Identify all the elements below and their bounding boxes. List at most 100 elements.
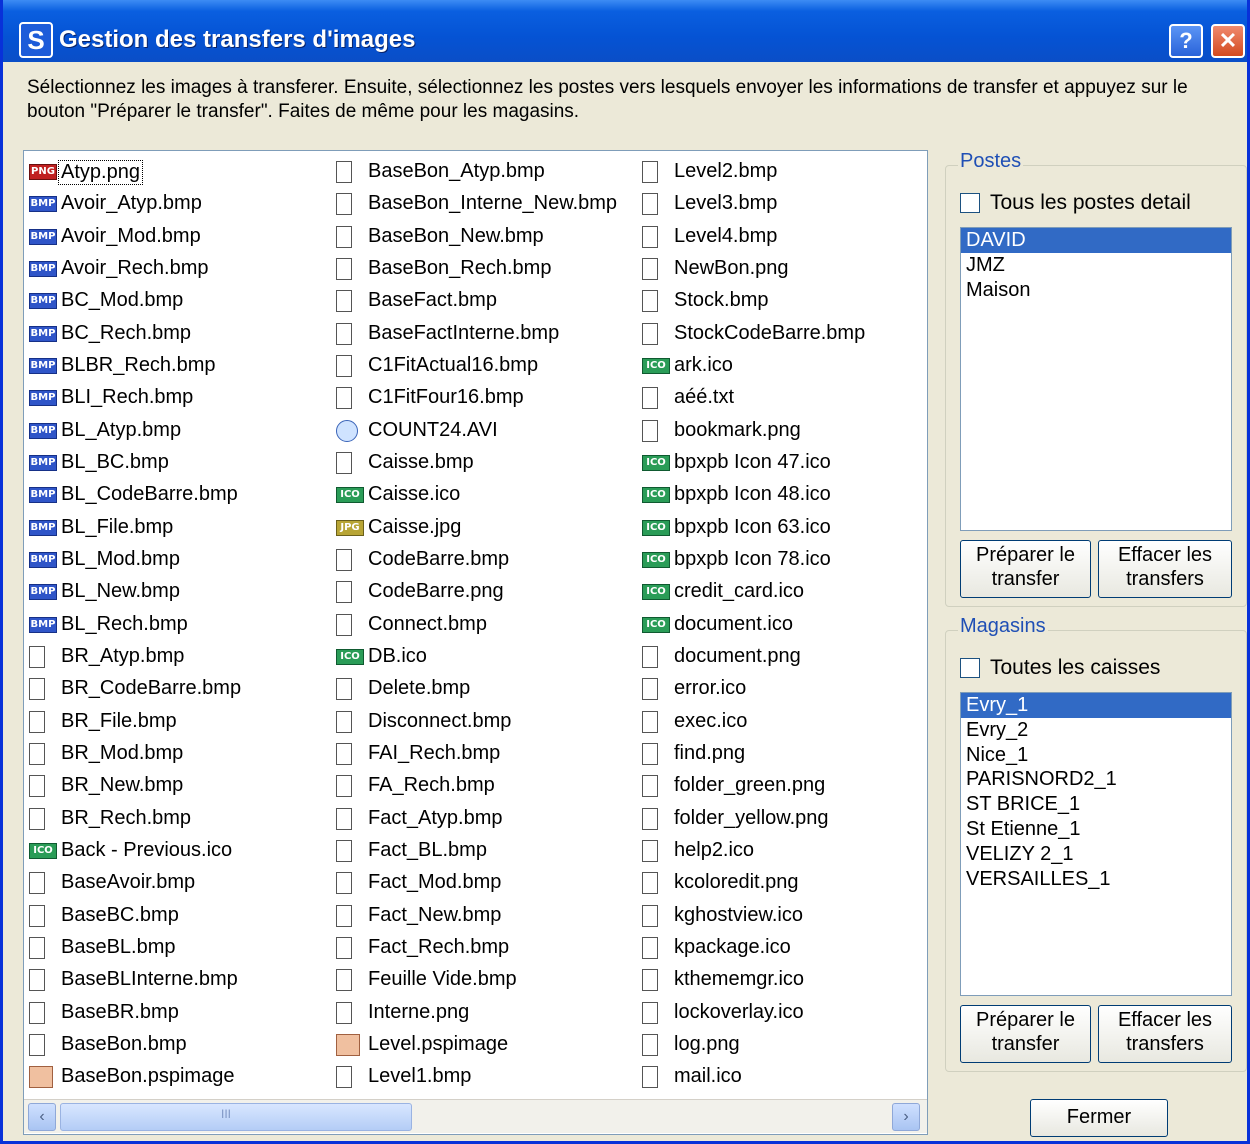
file-name: Fact_Rech.bmp bbox=[368, 935, 510, 958]
magasins-list-item[interactable]: PARISNORD2_1 bbox=[961, 767, 1231, 792]
title-bar[interactable]: S Gestion des transfers d'images ? ✕ bbox=[3, 0, 1247, 62]
magasins-clear-label-1: Effacer les bbox=[1117, 1009, 1213, 1031]
file-name: BR_Atyp.bmp bbox=[61, 644, 185, 667]
bmp-file-icon: BMP bbox=[29, 325, 57, 342]
file-name: help2.ico bbox=[674, 838, 755, 861]
help-button[interactable]: ? bbox=[1169, 24, 1203, 58]
magasins-list-item[interactable]: VERSAILLES_1 bbox=[961, 867, 1231, 892]
doc-file-icon bbox=[29, 1001, 45, 1024]
bmp-file-icon: BMP bbox=[29, 551, 57, 568]
doc-file-icon bbox=[642, 387, 658, 410]
file-name: BL_Atyp.bmp bbox=[61, 418, 182, 441]
doc-file-icon bbox=[336, 225, 352, 248]
postes-clear-transfers-button[interactable]: Effacer les transfers bbox=[1098, 540, 1232, 598]
file-name: BaseAvoir.bmp bbox=[61, 871, 196, 894]
file-name: Caisse.ico bbox=[368, 483, 461, 506]
bmp-file-icon: BMP bbox=[29, 260, 57, 277]
file-name: credit_card.ico bbox=[674, 580, 805, 603]
postes-list-item[interactable]: DAVID bbox=[961, 228, 1231, 253]
magasins-list-item[interactable]: Evry_2 bbox=[961, 718, 1231, 743]
file-name: BaseBon_New.bmp bbox=[368, 224, 544, 247]
magasins-list-item[interactable]: St Etienne_1 bbox=[961, 817, 1231, 842]
file-name: document.png bbox=[674, 644, 801, 667]
magasins-clear-label-2: transfers bbox=[1126, 1033, 1204, 1055]
bmp-file-icon: BMP bbox=[29, 487, 57, 504]
postes-group-title: Postes bbox=[958, 150, 1024, 173]
doc-file-icon bbox=[642, 872, 658, 895]
doc-file-icon bbox=[642, 904, 658, 927]
magasins-prepare-transfer-button[interactable]: Préparer le transfer bbox=[960, 1005, 1091, 1063]
scroll-left-arrow-icon[interactable]: ‹ bbox=[28, 1103, 56, 1131]
doc-file-icon bbox=[642, 839, 658, 862]
bmp-file-icon: BMP bbox=[29, 454, 57, 471]
postes-prepare-label-1: Préparer le bbox=[976, 544, 1075, 566]
file-name: Level3.bmp bbox=[674, 192, 778, 215]
magasins-list-item[interactable]: VELIZY 2_1 bbox=[961, 842, 1231, 867]
file-name: BL_Rech.bmp bbox=[61, 612, 188, 635]
doc-file-icon bbox=[642, 742, 658, 765]
ico-file-icon: ICO bbox=[336, 648, 364, 665]
doc-file-icon bbox=[642, 807, 658, 830]
file-name: BaseBR.bmp bbox=[61, 1000, 179, 1023]
psp-file-icon bbox=[336, 1033, 360, 1056]
doc-file-icon bbox=[642, 645, 658, 668]
file-name: BLI_Rech.bmp bbox=[61, 386, 194, 409]
magasins-listbox[interactable]: Evry_1 Evry_2 Nice_1 PARISNORD2_1 ST BRICE_1… bbox=[960, 692, 1232, 996]
all-caisses-checkbox[interactable] bbox=[960, 658, 980, 678]
psp-file-icon bbox=[29, 1066, 53, 1089]
all-postes-checkbox-label[interactable]: Tous les postes detail bbox=[990, 191, 1191, 215]
file-name: Fact_Mod.bmp bbox=[368, 871, 502, 894]
magasins-list-item[interactable]: Evry_1 bbox=[961, 693, 1231, 718]
ico-file-icon: ICO bbox=[642, 551, 670, 568]
postes-list-item[interactable]: Maison bbox=[961, 278, 1231, 303]
scroll-right-arrow-icon[interactable]: › bbox=[892, 1103, 920, 1131]
doc-file-icon bbox=[642, 290, 658, 313]
file-name: BaseFact.bmp bbox=[368, 289, 497, 312]
file-name: BaseBL.bmp bbox=[61, 935, 176, 958]
bmp-file-icon: BMP bbox=[29, 519, 57, 536]
file-name: find.png bbox=[674, 741, 746, 764]
scroll-thumb[interactable]: III bbox=[60, 1103, 412, 1131]
ico-file-icon: ICO bbox=[336, 487, 364, 504]
file-name: Level.pspimage bbox=[368, 1032, 509, 1055]
doc-file-icon bbox=[29, 678, 45, 701]
file-name: bpxpb Icon 48.ico bbox=[674, 483, 831, 506]
all-postes-checkbox[interactable] bbox=[960, 193, 980, 213]
doc-file-icon bbox=[642, 1001, 658, 1024]
horizontal-scrollbar[interactable]: ‹ III › bbox=[24, 1099, 927, 1133]
file-name: BR_Mod.bmp bbox=[61, 741, 184, 764]
doc-file-icon bbox=[642, 419, 658, 442]
postes-prepare-transfer-button[interactable]: Préparer le transfer bbox=[960, 540, 1091, 598]
file-name: error.ico bbox=[674, 677, 747, 700]
file-name: kghostview.ico bbox=[674, 903, 803, 926]
window-title: Gestion des transfers d'images bbox=[59, 26, 416, 53]
postes-clear-label-1: Effacer les bbox=[1117, 544, 1213, 566]
image-file-list[interactable]: PNG Atyp.png BMP Avoir_Atyp.bmp BMP Avoir_Mod… bbox=[23, 150, 928, 1135]
file-name: Stock.bmp bbox=[674, 289, 769, 312]
file-name: BaseBon_Atyp.bmp bbox=[368, 160, 545, 182]
doc-file-icon bbox=[336, 1001, 352, 1024]
doc-file-icon bbox=[336, 290, 352, 313]
file-name: Back - Previous.ico bbox=[61, 838, 233, 861]
magasins-clear-transfers-button[interactable]: Effacer les transfers bbox=[1098, 1005, 1232, 1063]
magasins-prepare-label-2: transfer bbox=[991, 1033, 1060, 1055]
magasins-list-item[interactable]: ST BRICE_1 bbox=[961, 792, 1231, 817]
doc-file-icon bbox=[642, 193, 658, 216]
doc-file-icon bbox=[336, 807, 352, 830]
file-name: BaseBon.bmp bbox=[61, 1032, 187, 1055]
file-name: folder_green.png bbox=[674, 774, 826, 797]
file-name: BR_CodeBarre.bmp bbox=[61, 677, 242, 700]
file-name: BLBR_Rech.bmp bbox=[61, 353, 216, 376]
ico-file-icon: ICO bbox=[642, 616, 670, 633]
file-name: BL_Mod.bmp bbox=[61, 547, 180, 570]
close-window-button[interactable]: ✕ bbox=[1211, 24, 1245, 58]
doc-file-icon bbox=[336, 257, 352, 280]
postes-listbox[interactable]: DAVID JMZ Maison bbox=[960, 227, 1232, 531]
postes-list-item[interactable]: JMZ bbox=[961, 253, 1231, 278]
close-button[interactable]: Fermer bbox=[1030, 1099, 1168, 1137]
magasins-list-item[interactable]: Nice_1 bbox=[961, 743, 1231, 768]
doc-file-icon bbox=[642, 225, 658, 248]
all-caisses-checkbox-label[interactable]: Toutes les caisses bbox=[990, 656, 1160, 680]
doc-file-icon bbox=[336, 678, 352, 701]
doc-file-icon bbox=[29, 775, 45, 798]
